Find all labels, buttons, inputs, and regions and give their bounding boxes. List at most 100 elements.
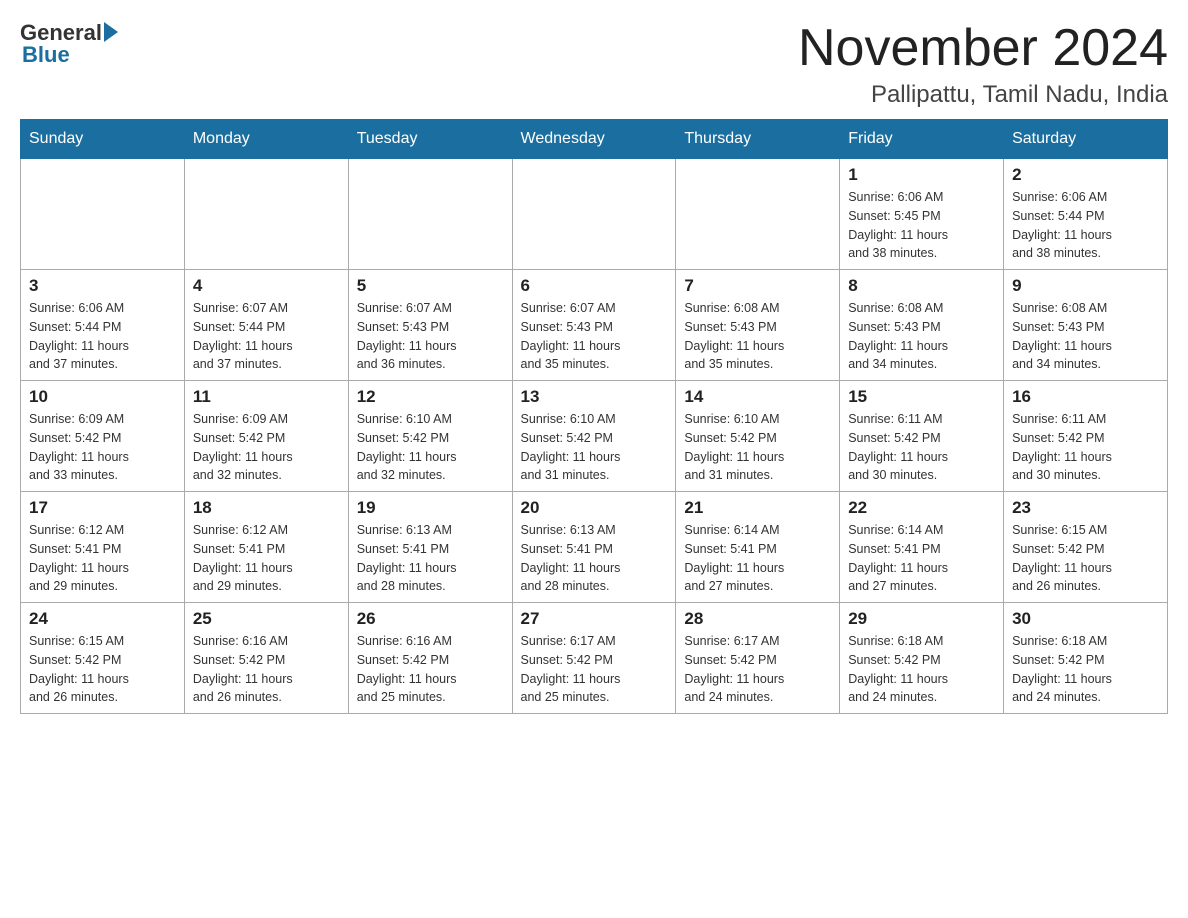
calendar-cell: 22 Sunrise: 6:14 AM Sunset: 5:41 PM Dayli… <box>840 492 1004 603</box>
day-info: Sunrise: 6:12 AM Sunset: 5:41 PM Dayligh… <box>193 521 340 596</box>
page-header: General Blue November 2024 Pallipattu, T… <box>20 20 1168 109</box>
day-info: Sunrise: 6:08 AM Sunset: 5:43 PM Dayligh… <box>1012 299 1159 374</box>
calendar-cell: 11Sunrise: 6:09 AM Sunset: 5:42 PM Dayli… <box>184 381 348 492</box>
calendar-cell: 6 Sunrise: 6:07 AM Sunset: 5:43 PM Daylig… <box>512 270 676 381</box>
day-number: 17 <box>29 498 176 518</box>
day-number: 24 <box>29 609 176 629</box>
day-number: 18 <box>193 498 340 518</box>
calendar-cell: 24 Sunrise: 6:15 AM Sunset: 5:42 PM Dayli… <box>21 603 185 714</box>
day-info: Sunrise: 6:07 AM Sunset: 5:44 PM Dayligh… <box>193 299 340 374</box>
calendar-cell: 8 Sunrise: 6:08 AM Sunset: 5:43 PM Daylig… <box>840 270 1004 381</box>
week-row-3: 10 Sunrise: 6:09 AM Sunset: 5:42 PM Dayli… <box>21 381 1168 492</box>
day-number: 15 <box>848 387 995 407</box>
day-number: 5 <box>357 276 504 296</box>
calendar-cell: 19 Sunrise: 6:13 AM Sunset: 5:41 PM Dayli… <box>348 492 512 603</box>
week-row-5: 24 Sunrise: 6:15 AM Sunset: 5:42 PM Dayli… <box>21 603 1168 714</box>
day-info: Sunrise: 6:15 AM Sunset: 5:42 PM Dayligh… <box>29 632 176 707</box>
day-number: 3 <box>29 276 176 296</box>
calendar-cell <box>348 159 512 270</box>
day-number: 1 <box>848 165 995 185</box>
calendar-cell: 27 Sunrise: 6:17 AM Sunset: 5:42 PM Dayli… <box>512 603 676 714</box>
calendar-cell: 28Sunrise: 6:17 AM Sunset: 5:42 PM Dayli… <box>676 603 840 714</box>
weekday-header-sunday: Sunday <box>21 120 185 159</box>
calendar-cell <box>21 159 185 270</box>
day-info: Sunrise: 6:10 AM Sunset: 5:42 PM Dayligh… <box>357 410 504 485</box>
day-info: Sunrise: 6:06 AM Sunset: 5:44 PM Dayligh… <box>29 299 176 374</box>
day-number: 23 <box>1012 498 1159 518</box>
day-info: Sunrise: 6:18 AM Sunset: 5:42 PM Dayligh… <box>1012 632 1159 707</box>
weekday-header-friday: Friday <box>840 120 1004 159</box>
weekday-header-monday: Monday <box>184 120 348 159</box>
day-info: Sunrise: 6:14 AM Sunset: 5:41 PM Dayligh… <box>848 521 995 596</box>
calendar-cell: 12 Sunrise: 6:10 AM Sunset: 5:42 PM Dayli… <box>348 381 512 492</box>
calendar-cell: 16 Sunrise: 6:11 AM Sunset: 5:42 PM Dayli… <box>1004 381 1168 492</box>
calendar-cell: 21 Sunrise: 6:14 AM Sunset: 5:41 PM Dayli… <box>676 492 840 603</box>
day-info: Sunrise: 6:13 AM Sunset: 5:41 PM Dayligh… <box>357 521 504 596</box>
weekday-header-row: SundayMondayTuesdayWednesdayThursdayFrid… <box>21 120 1168 159</box>
day-number: 10 <box>29 387 176 407</box>
calendar-cell: 30 Sunrise: 6:18 AM Sunset: 5:42 PM Dayli… <box>1004 603 1168 714</box>
day-info: Sunrise: 6:14 AM Sunset: 5:41 PM Dayligh… <box>684 521 831 596</box>
day-number: 8 <box>848 276 995 296</box>
logo-triangle-icon <box>104 22 118 42</box>
day-info: Sunrise: 6:12 AM Sunset: 5:41 PM Dayligh… <box>29 521 176 596</box>
day-info: Sunrise: 6:08 AM Sunset: 5:43 PM Dayligh… <box>848 299 995 374</box>
location-title: Pallipattu, Tamil Nadu, India <box>798 81 1168 109</box>
day-info: Sunrise: 6:11 AM Sunset: 5:42 PM Dayligh… <box>848 410 995 485</box>
day-info: Sunrise: 6:13 AM Sunset: 5:41 PM Dayligh… <box>521 521 668 596</box>
day-number: 11 <box>193 387 340 407</box>
day-info: Sunrise: 6:18 AM Sunset: 5:42 PM Dayligh… <box>848 632 995 707</box>
day-info: Sunrise: 6:08 AM Sunset: 5:43 PM Dayligh… <box>684 299 831 374</box>
day-info: Sunrise: 6:10 AM Sunset: 5:42 PM Dayligh… <box>684 410 831 485</box>
calendar-table: SundayMondayTuesdayWednesdayThursdayFrid… <box>20 119 1168 714</box>
day-info: Sunrise: 6:16 AM Sunset: 5:42 PM Dayligh… <box>193 632 340 707</box>
calendar-cell: 17 Sunrise: 6:12 AM Sunset: 5:41 PM Dayli… <box>21 492 185 603</box>
day-info: Sunrise: 6:15 AM Sunset: 5:42 PM Dayligh… <box>1012 521 1159 596</box>
day-number: 29 <box>848 609 995 629</box>
weekday-header-saturday: Saturday <box>1004 120 1168 159</box>
day-number: 2 <box>1012 165 1159 185</box>
calendar-cell: 7 Sunrise: 6:08 AM Sunset: 5:43 PM Daylig… <box>676 270 840 381</box>
day-number: 20 <box>521 498 668 518</box>
day-number: 22 <box>848 498 995 518</box>
calendar-cell: 29 Sunrise: 6:18 AM Sunset: 5:42 PM Dayli… <box>840 603 1004 714</box>
day-info: Sunrise: 6:17 AM Sunset: 5:42 PM Dayligh… <box>521 632 668 707</box>
logo-blue-text: Blue <box>22 42 70 68</box>
day-number: 12 <box>357 387 504 407</box>
day-info: Sunrise: 6:07 AM Sunset: 5:43 PM Dayligh… <box>521 299 668 374</box>
title-section: November 2024 Pallipattu, Tamil Nadu, In… <box>798 20 1168 109</box>
calendar-cell: 25Sunrise: 6:16 AM Sunset: 5:42 PM Dayli… <box>184 603 348 714</box>
day-info: Sunrise: 6:10 AM Sunset: 5:42 PM Dayligh… <box>521 410 668 485</box>
calendar-cell: 20 Sunrise: 6:13 AM Sunset: 5:41 PM Dayli… <box>512 492 676 603</box>
day-number: 26 <box>357 609 504 629</box>
day-number: 30 <box>1012 609 1159 629</box>
calendar-cell <box>184 159 348 270</box>
calendar-cell: 15 Sunrise: 6:11 AM Sunset: 5:42 PM Dayli… <box>840 381 1004 492</box>
day-info: Sunrise: 6:09 AM Sunset: 5:42 PM Dayligh… <box>29 410 176 485</box>
day-number: 6 <box>521 276 668 296</box>
day-number: 27 <box>521 609 668 629</box>
weekday-header-thursday: Thursday <box>676 120 840 159</box>
calendar-cell: 5Sunrise: 6:07 AM Sunset: 5:43 PM Daylig… <box>348 270 512 381</box>
weekday-header-tuesday: Tuesday <box>348 120 512 159</box>
calendar-cell <box>512 159 676 270</box>
day-number: 16 <box>1012 387 1159 407</box>
day-number: 9 <box>1012 276 1159 296</box>
day-info: Sunrise: 6:11 AM Sunset: 5:42 PM Dayligh… <box>1012 410 1159 485</box>
calendar-cell: 3 Sunrise: 6:06 AM Sunset: 5:44 PM Daylig… <box>21 270 185 381</box>
weekday-header-wednesday: Wednesday <box>512 120 676 159</box>
day-info: Sunrise: 6:16 AM Sunset: 5:42 PM Dayligh… <box>357 632 504 707</box>
week-row-1: 1 Sunrise: 6:06 AM Sunset: 5:45 PM Daylig… <box>21 159 1168 270</box>
calendar-cell <box>676 159 840 270</box>
logo: General Blue <box>20 20 118 68</box>
day-info: Sunrise: 6:06 AM Sunset: 5:44 PM Dayligh… <box>1012 188 1159 263</box>
calendar-cell: 23 Sunrise: 6:15 AM Sunset: 5:42 PM Dayli… <box>1004 492 1168 603</box>
day-info: Sunrise: 6:06 AM Sunset: 5:45 PM Dayligh… <box>848 188 995 263</box>
calendar-cell: 2 Sunrise: 6:06 AM Sunset: 5:44 PM Daylig… <box>1004 159 1168 270</box>
week-row-4: 17 Sunrise: 6:12 AM Sunset: 5:41 PM Dayli… <box>21 492 1168 603</box>
day-number: 7 <box>684 276 831 296</box>
day-number: 21 <box>684 498 831 518</box>
day-number: 19 <box>357 498 504 518</box>
calendar-cell: 26 Sunrise: 6:16 AM Sunset: 5:42 PM Dayli… <box>348 603 512 714</box>
calendar-cell: 10 Sunrise: 6:09 AM Sunset: 5:42 PM Dayli… <box>21 381 185 492</box>
